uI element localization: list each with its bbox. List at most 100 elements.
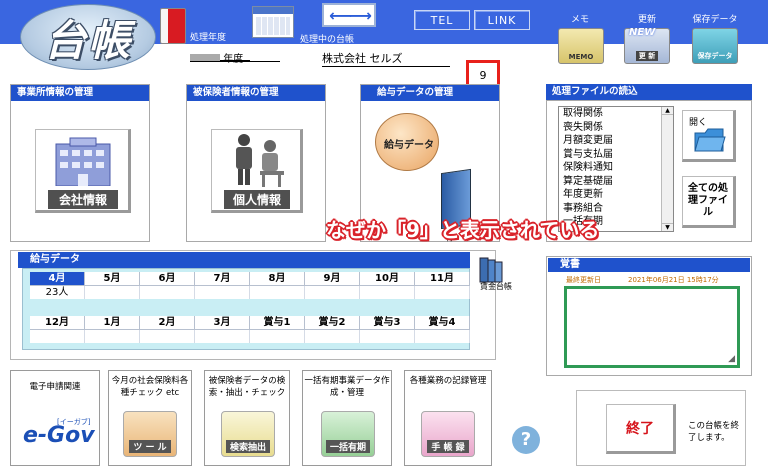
- month-value-cell[interactable]: [195, 286, 250, 299]
- month-value-cell[interactable]: [250, 286, 305, 299]
- shovel-icon: 一括有期: [321, 411, 375, 457]
- egov-panel[interactable]: 電子申請関連 e-Gov [イーガブ]: [10, 370, 100, 466]
- building-icon: [55, 137, 111, 186]
- notes-title: 各種業務の記録管理: [409, 376, 487, 386]
- month-header-cell[interactable]: 賞与2: [305, 316, 360, 330]
- month-value-cell[interactable]: [360, 330, 415, 343]
- month-value-cell[interactable]: [250, 330, 305, 343]
- month-header-cell[interactable]: 1月: [85, 316, 140, 330]
- insured-section-title: 被保険者情報の管理: [187, 85, 325, 101]
- link-button[interactable]: LINK: [474, 10, 530, 30]
- people-icon: [236, 134, 284, 187]
- salary-section-title: 給与データの管理: [361, 85, 499, 101]
- month-header-cell[interactable]: 3月: [195, 316, 250, 330]
- annotation-text: なぜか「9」と表示されている: [326, 218, 600, 242]
- update-label: 更新: [637, 15, 656, 25]
- folder-icon: [694, 128, 726, 152]
- month-value-cell[interactable]: [360, 286, 415, 299]
- month-header-cell[interactable]: 5月: [85, 272, 140, 286]
- insured-section: 被保険者情報の管理 個人情報: [186, 84, 326, 242]
- month-header-cell[interactable]: 賞与3: [360, 316, 415, 330]
- notes-panel[interactable]: 各種業務の記録管理 手 帳 録: [404, 370, 492, 466]
- month-value-cell[interactable]: [30, 330, 85, 343]
- calendar-icon[interactable]: [252, 6, 294, 38]
- file-list-item[interactable]: 事務組合: [559, 202, 673, 216]
- tel-button[interactable]: TEL: [414, 10, 470, 30]
- file-list-item[interactable]: 算定基礎届: [559, 175, 673, 189]
- egov-title: 電子申請関連: [29, 382, 81, 392]
- month-value-cell[interactable]: 23人: [30, 286, 85, 299]
- month-value-cell[interactable]: [305, 330, 360, 343]
- company-info-label: 会社情報: [48, 190, 118, 209]
- files-section-title-wrap: 処理ファイルの読込: [546, 84, 752, 100]
- magnifier-icon: 検索抽出: [221, 411, 275, 457]
- company-name: 株式会社 セルズ: [322, 50, 450, 67]
- memo-last-updated-label: 最終更新日: [566, 276, 601, 284]
- office-section-title: 事業所情報の管理: [11, 85, 149, 101]
- all-files-button[interactable]: 全ての処 理ファイル: [682, 176, 736, 228]
- file-list-item[interactable]: 取得関係: [559, 107, 673, 121]
- wage-ledger-label: 賃金台帳: [480, 282, 512, 291]
- month-header-cell[interactable]: 4月: [30, 272, 85, 286]
- social-check-panel[interactable]: 今月の社会保険料各種チェック etc ツ ー ル: [108, 370, 192, 466]
- personal-info-button[interactable]: 個人情報: [211, 129, 303, 213]
- month-value-cell[interactable]: [415, 286, 470, 299]
- month-header-cell[interactable]: 賞与4: [415, 316, 470, 330]
- month-header-cell[interactable]: 6月: [140, 272, 195, 286]
- month-value-cell[interactable]: [85, 286, 140, 299]
- month-header-cell[interactable]: 11月: [415, 272, 470, 286]
- salary-data-button[interactable]: 給与データ: [375, 113, 439, 171]
- month-value-cell[interactable]: [195, 330, 250, 343]
- months-row-1: 4月 5月 6月 7月 8月 9月 10月 11月 23人: [30, 272, 470, 299]
- current-ledger-label: 処理中の台帳: [300, 35, 355, 45]
- notebook-icon: 手 帳 録: [421, 411, 475, 457]
- month-header-cell[interactable]: 8月: [250, 272, 305, 286]
- search-title: 被保険者データの検索・抽出・チェック: [208, 376, 286, 398]
- salary-data-title: 給与データ: [18, 252, 470, 268]
- social-check-title: 今月の社会保険料各種チェック etc: [111, 376, 189, 398]
- month-value-cell[interactable]: [305, 286, 360, 299]
- company-info-button[interactable]: 会社情報: [35, 129, 131, 213]
- month-value-cell[interactable]: [85, 330, 140, 343]
- switch-arrows-icon[interactable]: ⟵⟶: [322, 3, 376, 27]
- year-field: 年度: [190, 50, 250, 65]
- memo-icon[interactable]: MEMO: [558, 28, 604, 64]
- personal-info-label: 個人情報: [224, 190, 290, 209]
- search-panel[interactable]: 被保険者データの検索・抽出・チェック 検索抽出: [204, 370, 290, 466]
- file-list-item[interactable]: 賞与支払届: [559, 148, 673, 162]
- month-header-cell[interactable]: 賞与1: [250, 316, 305, 330]
- memo-last-updated-value: 2021年06月21日 15時17分: [628, 276, 719, 284]
- memo-title: 覚書: [548, 258, 750, 272]
- fiscal-year-label: 処理年度: [190, 33, 227, 43]
- month-value-cell[interactable]: [140, 286, 195, 299]
- month-header-cell[interactable]: 7月: [195, 272, 250, 286]
- bulk-title: 一括有期事業データ作成・管理: [304, 376, 390, 398]
- month-header-cell[interactable]: 12月: [30, 316, 85, 330]
- bulk-panel[interactable]: 一括有期事業データ作成・管理 一括有期: [302, 370, 392, 466]
- file-list-scrollbar[interactable]: ▲ ▼: [661, 107, 673, 231]
- resize-handle-icon[interactable]: ◢: [728, 354, 735, 364]
- month-header-cell[interactable]: 10月: [360, 272, 415, 286]
- file-list-item[interactable]: 喪失関係: [559, 121, 673, 135]
- tool-icon: ツ ー ル: [123, 411, 177, 457]
- update-icon[interactable]: NEW 更 新: [624, 27, 670, 64]
- month-header-cell[interactable]: 9月: [305, 272, 360, 286]
- app-logo: 台帳: [20, 4, 156, 70]
- open-file-button[interactable]: 開く: [682, 110, 736, 162]
- exit-button[interactable]: 終了: [606, 404, 676, 454]
- file-list-item[interactable]: 月額変更届: [559, 134, 673, 148]
- months-row-2: 12月 1月 2月 3月 賞与1 賞与2 賞与3 賞与4: [30, 316, 470, 343]
- year-underline: [190, 61, 280, 62]
- backup-icon[interactable]: 保存データ: [692, 28, 738, 64]
- office-section: 事業所情報の管理 会社情報: [10, 84, 150, 242]
- help-icon[interactable]: ?: [512, 426, 540, 454]
- wage-ledger-icon[interactable]: [476, 254, 506, 284]
- memo-label: メモ: [570, 15, 589, 25]
- red-book-icon: [160, 8, 186, 44]
- month-header-cell[interactable]: 2月: [140, 316, 195, 330]
- month-value-cell[interactable]: [415, 330, 470, 343]
- memo-textarea[interactable]: ◢: [564, 286, 740, 368]
- file-list-item[interactable]: 年度更新: [559, 188, 673, 202]
- file-list-item[interactable]: 保険料通知: [559, 161, 673, 175]
- month-value-cell[interactable]: [140, 330, 195, 343]
